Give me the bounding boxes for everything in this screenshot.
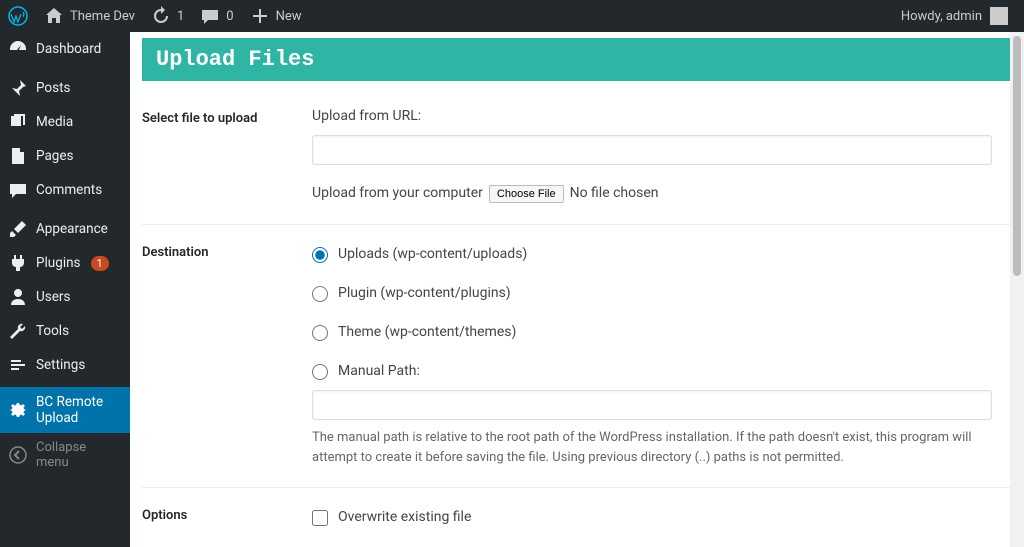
sidebar-item-comments[interactable]: Comments [0,173,130,207]
comments-icon [8,180,28,200]
updates-count: 1 [177,9,184,24]
sidebar-item-label: Plugins [36,255,81,271]
plus-icon [250,6,270,26]
main-content: Upload Files Select file to upload Uploa… [130,32,1024,547]
option-overwrite-checkbox[interactable] [312,510,328,526]
sidebar-item-posts[interactable]: Posts [0,71,130,105]
sidebar-item-media[interactable]: Media [0,105,130,139]
sidebar-item-label: Pages [36,148,74,164]
home-icon [44,6,64,26]
sidebar-item-label: Comments [36,182,102,198]
destination-radio-theme[interactable] [312,325,328,341]
section-heading-select-file: Select file to upload [142,91,312,225]
comments-count: 0 [226,9,233,24]
plugin-update-badge: 1 [91,256,109,271]
sliders-icon [8,355,28,375]
sidebar-item-label: Dashboard [36,41,101,57]
updates-link[interactable]: 1 [143,0,192,32]
howdy-text: Howdy, admin [901,9,982,24]
destination-label-plugin[interactable]: Plugin (wp-content/plugins) [338,283,511,304]
sidebar-item-label: Appearance [36,221,108,237]
manual-path-input[interactable] [312,390,992,420]
sidebar-item-plugins[interactable]: Plugins 1 [0,246,130,280]
comments-link[interactable]: 0 [192,0,241,32]
comment-icon [200,6,220,26]
collapse-menu[interactable]: Collapse menu [0,433,130,477]
sidebar-item-label: Posts [36,80,70,96]
sidebar-item-label: Tools [36,323,69,339]
dashboard-icon [8,39,28,59]
page-icon [8,146,28,166]
sidebar-item-users[interactable]: Users [0,280,130,314]
destination-radio-uploads[interactable] [312,247,328,263]
destination-label-uploads[interactable]: Uploads (wp-content/uploads) [338,244,527,265]
manual-path-description: The manual path is relative to the root … [312,428,1002,467]
sidebar-item-appearance[interactable]: Appearance [0,212,130,246]
destination-label-theme[interactable]: Theme (wp-content/themes) [338,322,516,343]
url-label: Upload from URL: [312,106,1002,127]
sidebar-item-label: Media [36,114,73,130]
pin-icon [8,78,28,98]
update-icon [151,6,171,26]
wordpress-icon [8,6,28,26]
sidebar-item-bc-remote-upload[interactable]: BC Remote Upload [0,387,130,433]
brush-icon [8,219,28,239]
upload-url-input[interactable] [312,135,992,165]
plug-icon [8,253,28,273]
destination-radio-plugin[interactable] [312,286,328,302]
sidebar-item-label: Users [36,289,70,305]
choose-file-button[interactable]: Choose File [489,185,564,203]
scrollbar[interactable] [1010,32,1024,547]
site-name: Theme Dev [70,9,135,24]
wrench-icon [8,321,28,341]
destination-label-manual[interactable]: Manual Path: [338,361,420,382]
upload-form: Select file to upload Upload from URL: U… [142,91,1012,547]
option-overwrite-label[interactable]: Overwrite existing file [338,507,471,528]
sidebar-item-pages[interactable]: Pages [0,139,130,173]
sidebar-item-label: Settings [36,357,85,373]
admin-bar: Theme Dev 1 0 New Howdy, admin [0,0,1024,32]
no-file-text: No file chosen [570,183,659,204]
new-label: New [276,9,302,24]
computer-label: Upload from your computer [312,183,483,204]
wp-logo[interactable] [0,0,36,32]
section-heading-destination: Destination [142,225,312,488]
site-name-link[interactable]: Theme Dev [36,0,143,32]
sidebar-item-tools[interactable]: Tools [0,314,130,348]
sidebar-item-settings[interactable]: Settings [0,348,130,382]
collapse-icon [8,445,28,465]
page-title: Upload Files [142,38,1012,81]
sidebar-item-dashboard[interactable]: Dashboard [0,32,130,66]
media-icon [8,112,28,132]
gear-icon [8,400,28,420]
new-content-link[interactable]: New [242,0,310,32]
admin-bar-left: Theme Dev 1 0 New [0,0,310,32]
admin-sidebar: Dashboard Posts Media Pages Comments App… [0,32,130,547]
section-heading-options: Options [142,488,312,547]
collapse-label: Collapse menu [36,440,122,470]
admin-bar-right[interactable]: Howdy, admin [901,7,1016,25]
destination-radio-manual[interactable] [312,364,328,380]
user-icon [8,287,28,307]
sidebar-item-label: BC Remote Upload [36,394,122,426]
avatar [990,7,1008,25]
scrollbar-thumb[interactable] [1013,36,1021,276]
